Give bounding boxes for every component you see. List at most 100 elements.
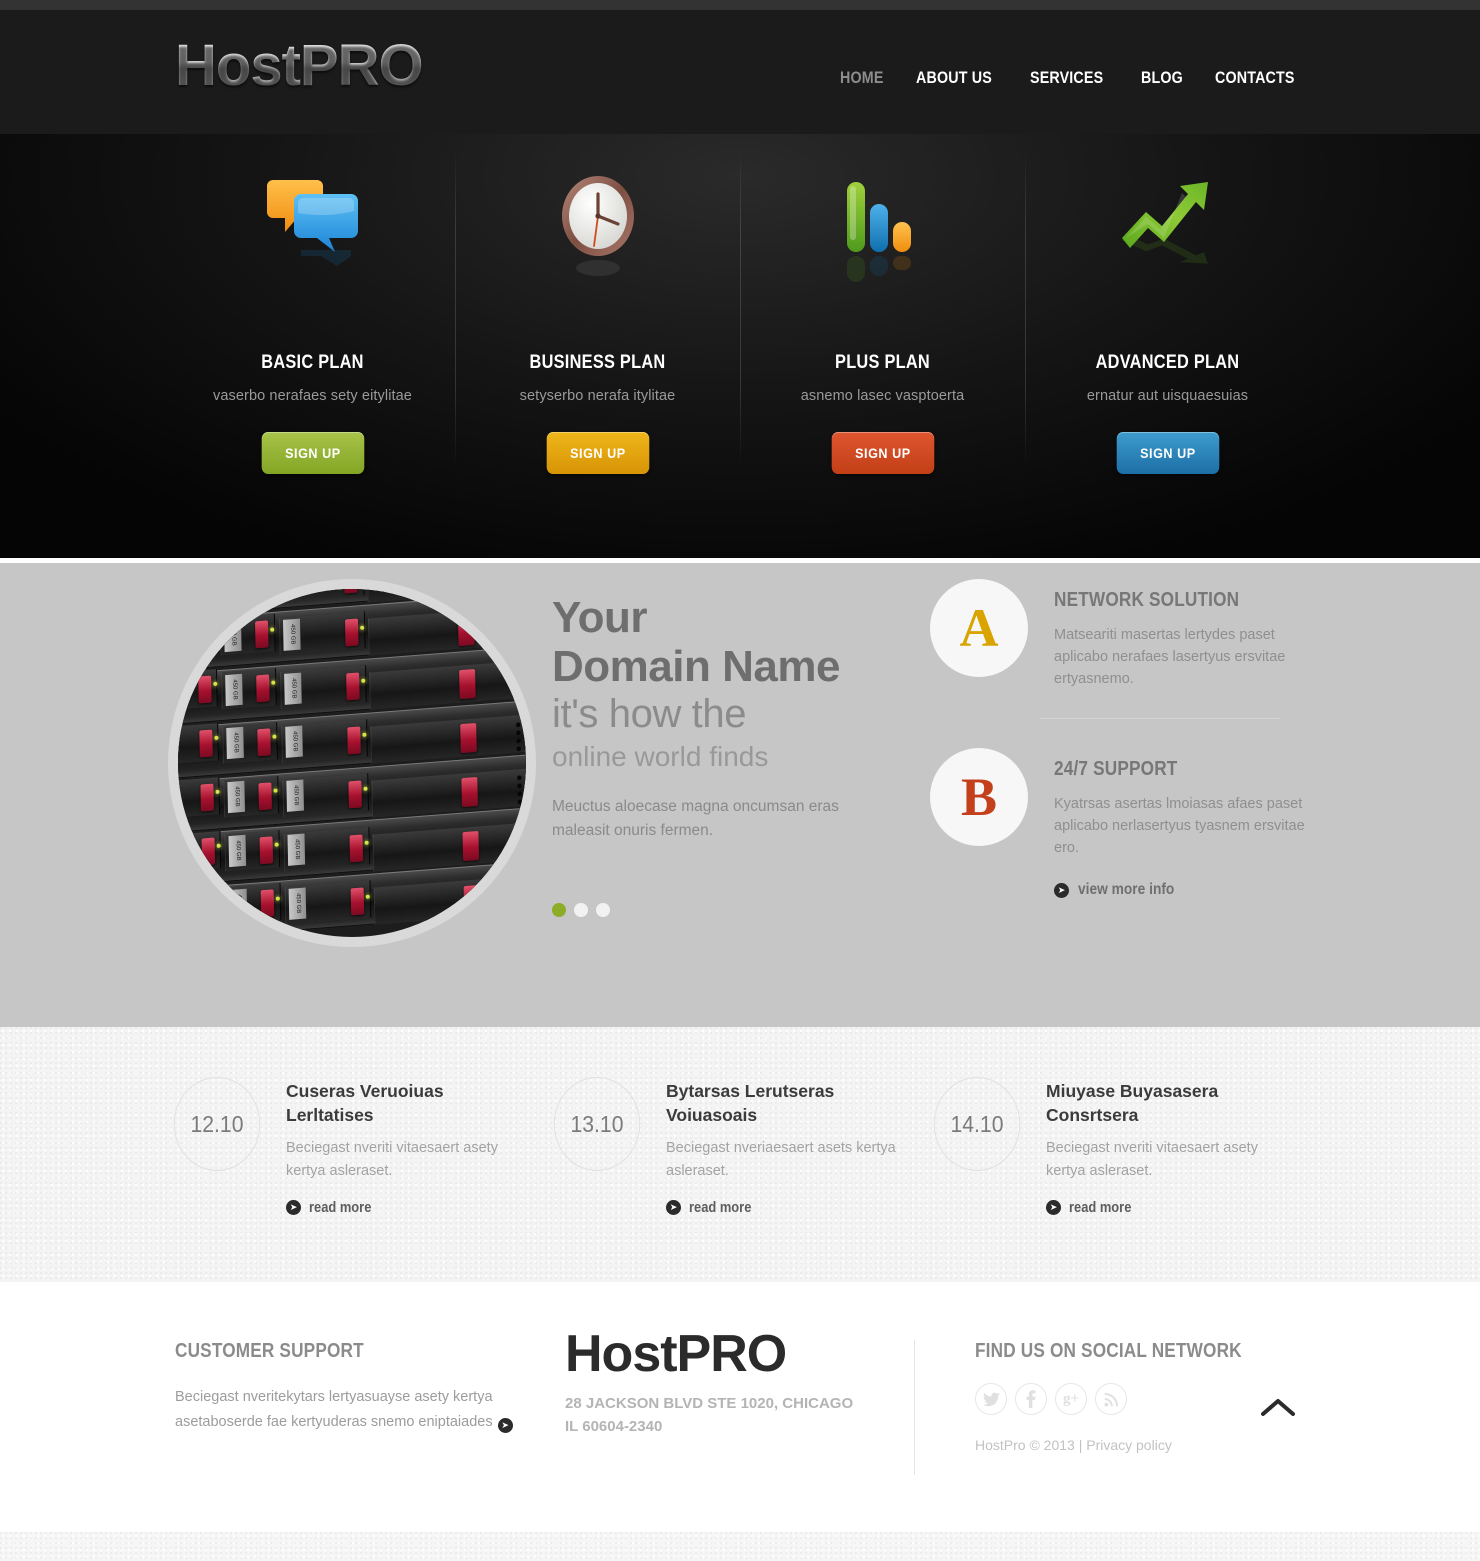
signup-button-business[interactable]: SIGN UP: [546, 432, 649, 474]
plan-card-advanced: ADVANCED PLAN ernatur aut uisquaesuias S…: [1025, 134, 1310, 558]
signup-button-plus[interactable]: SIGN UP: [831, 432, 934, 474]
hero-heading-line3: it's how the: [552, 692, 747, 736]
footer-copyright: HostPro © 2013: [975, 1437, 1075, 1453]
plan-title: BASIC PLAN: [261, 352, 364, 373]
facebook-icon[interactable]: [1015, 1383, 1047, 1415]
nav-item-services[interactable]: SERVICES: [1030, 68, 1103, 88]
feature-badge-b: B: [930, 748, 1028, 846]
news-text: Beciegast nveriaesaert asets kertya asle…: [666, 1140, 896, 1179]
slider-dot-3[interactable]: [596, 903, 610, 917]
feature-text: Matseariti masertas lertydes paset aplic…: [1054, 627, 1286, 687]
news-section: 12.10 Cuseras Veruoiuas Lerltatises Beci…: [0, 1027, 1480, 1282]
footer-support-paragraph: Beciegast nveritekytars lertyasuayse ase…: [175, 1389, 493, 1430]
hero-heading-line4: online world finds: [552, 741, 769, 772]
google-plus-icon[interactable]: g+: [1055, 1383, 1087, 1415]
read-more-label: read more: [689, 1199, 752, 1216]
hero-heading-line2: Domain Name: [552, 642, 840, 691]
plan-subtitle: asnemo lasec vasptoerta: [800, 388, 965, 404]
slider-dot-1[interactable]: [552, 903, 566, 917]
plan-card-plus: PLUS PLAN asnemo lasec vasptoerta SIGN U…: [740, 134, 1025, 558]
clock-icon: [455, 150, 740, 310]
feature-support: B 24/7 SUPPORT Kyatrsas asertas lmoiasas…: [930, 718, 1310, 859]
news-date-badge: 12.10: [173, 1077, 261, 1171]
plans-section: BASIC PLAN vaserbo nerafaes sety eitylit…: [0, 134, 1480, 558]
news-text: Beciegast nveriti vitaesaert asety kerty…: [286, 1140, 498, 1179]
plan-subtitle: setyserbo nerafa itylitae: [519, 388, 676, 404]
page-root: HostPRO HOME ABOUT US SERVICES BLOG CONT…: [0, 0, 1480, 1561]
site-header: HostPRO HOME ABOUT US SERVICES BLOG CONT…: [0, 10, 1480, 134]
hero-heading-line1: Your: [552, 593, 647, 642]
hero-slider-section: 450 GB 450 GB 450 GB 450 GB 450 GB 450 GB 450 …: [0, 563, 1480, 1027]
slider-dot-2[interactable]: [574, 903, 588, 917]
news-date-badge: 14.10: [933, 1077, 1021, 1171]
plan-title: PLUS PLAN: [835, 352, 930, 373]
nav-item-about-us[interactable]: ABOUT US: [916, 68, 992, 88]
plan-card-basic: BASIC PLAN vaserbo nerafaes sety eitylit…: [170, 134, 455, 558]
arrow-right-icon: ➤: [666, 1200, 681, 1215]
feature-network-solution: A NETWORK SOLUTION Matseariti masertas l…: [930, 579, 1310, 690]
twitter-icon[interactable]: [975, 1383, 1007, 1415]
footer-copyright-row: HostPro © 2013 | Privacy policy: [975, 1437, 1310, 1453]
plan-title: BUSINESS PLAN: [529, 352, 666, 373]
top-accent-bar: [0, 0, 1480, 19]
plan-subtitle: vaserbo nerafaes sety eitylitae: [213, 388, 412, 404]
news-date-badge: 13.10: [553, 1077, 641, 1171]
footer-brand-column: HostPRO 28 JACKSON BLVD STE 1020, CHICAG…: [565, 1326, 945, 1475]
news-text: Beciegast nveriti vitaesaert asety kerty…: [1046, 1140, 1258, 1179]
site-footer: CUSTOMER SUPPORT Beciegast nveritekytars…: [0, 1282, 1480, 1532]
news-title[interactable]: Bytarsas Lerutseras Voiuasoais: [666, 1079, 904, 1127]
growth-arrow-icon: [1025, 150, 1310, 310]
feature-text: Kyatrsas asertas lmoiasas afaes paset ap…: [1054, 796, 1305, 856]
footer-support-title: CUSTOMER SUPPORT: [175, 1340, 364, 1362]
privacy-policy-link[interactable]: Privacy policy: [1086, 1437, 1172, 1453]
read-more-link[interactable]: ➤ read more: [1046, 1199, 1284, 1216]
server-rack-photo: 450 GB 450 GB 450 GB 450 GB 450 GB 450 GB 450 …: [178, 589, 526, 937]
footer-logo[interactable]: HostPRO: [565, 1326, 945, 1382]
signup-button-advanced[interactable]: SIGN UP: [1116, 432, 1219, 474]
plan-title: ADVANCED PLAN: [1095, 352, 1240, 373]
view-more-info-link[interactable]: ➤ view more info: [1054, 881, 1310, 899]
feature-badge-a: A: [930, 579, 1028, 677]
read-more-label: read more: [309, 1199, 372, 1216]
feature-title: NETWORK SOLUTION: [1054, 589, 1240, 611]
plan-subtitle: ernatur aut uisquaesuias: [1086, 388, 1249, 404]
news-item: 12.10 Cuseras Veruoiuas Lerltatises Beci…: [170, 1077, 550, 1216]
rss-icon[interactable]: [1095, 1383, 1127, 1415]
read-more-link[interactable]: ➤ read more: [286, 1199, 524, 1216]
signup-button-basic[interactable]: SIGN UP: [261, 432, 364, 474]
nav-item-contacts[interactable]: CONTACTS: [1215, 68, 1295, 88]
footer-address-line1: 28 JACKSON BLVD STE 1020, CHICAGO: [565, 1395, 854, 1412]
plan-card-business: BUSINESS PLAN setyserbo nerafa itylitae …: [455, 134, 740, 558]
footer-social-title: FIND US ON SOCIAL NETWORK: [975, 1340, 1242, 1362]
footer-support-text: Beciegast nveritekytars lertyasuayse ase…: [175, 1385, 565, 1435]
footer-address: 28 JACKSON BLVD STE 1020, CHICAGO IL 606…: [565, 1392, 945, 1438]
hero-paragraph: Meuctus aloecase magna oncumsan eras mal…: [552, 798, 839, 839]
footer-social-column: FIND US ON SOCIAL NETWORK g+ HostPro © 2…: [945, 1340, 1310, 1453]
main-navigation: HOME ABOUT US SERVICES BLOG CONTACTS: [840, 68, 1310, 88]
nav-item-home[interactable]: HOME: [840, 68, 884, 88]
slider-pagination: [552, 903, 610, 917]
speech-bubbles-icon: [170, 150, 455, 310]
feature-title: 24/7 SUPPORT: [1054, 758, 1178, 780]
news-item: 14.10 Miuyase Buyasasera Consrtsera Beci…: [930, 1077, 1310, 1216]
news-title[interactable]: Cuseras Veruoiuas Lerltatises: [286, 1079, 524, 1127]
back-to-top-icon[interactable]: [1256, 1392, 1300, 1422]
footer-address-line2: IL 60604-2340: [565, 1418, 663, 1435]
hero-features: A NETWORK SOLUTION Matseariti masertas l…: [930, 579, 1310, 899]
arrow-right-icon: ➤: [286, 1200, 301, 1215]
site-logo[interactable]: HostPRO: [175, 32, 424, 99]
footer-separator: |: [1078, 1437, 1083, 1453]
nav-item-blog[interactable]: BLOG: [1141, 68, 1183, 88]
read-more-label: read more: [1069, 1199, 1132, 1216]
arrow-right-icon: ➤: [1046, 1200, 1061, 1215]
news-item: 13.10 Bytarsas Lerutseras Voiuasoais Bec…: [550, 1077, 930, 1216]
read-more-link[interactable]: ➤ read more: [666, 1199, 904, 1216]
news-title[interactable]: Miuyase Buyasasera Consrtsera: [1046, 1079, 1284, 1127]
hero-text-block: Your Domain Name it's how the online wor…: [552, 593, 902, 843]
arrow-right-icon[interactable]: ➤: [497, 1418, 513, 1433]
bar-chart-icon: [740, 150, 1025, 310]
footer-support-column: CUSTOMER SUPPORT Beciegast nveritekytars…: [170, 1340, 565, 1453]
view-more-info-label: view more info: [1078, 881, 1175, 898]
footer-bottom-strip: [0, 1532, 1480, 1561]
arrow-right-icon: ➤: [1054, 882, 1069, 898]
